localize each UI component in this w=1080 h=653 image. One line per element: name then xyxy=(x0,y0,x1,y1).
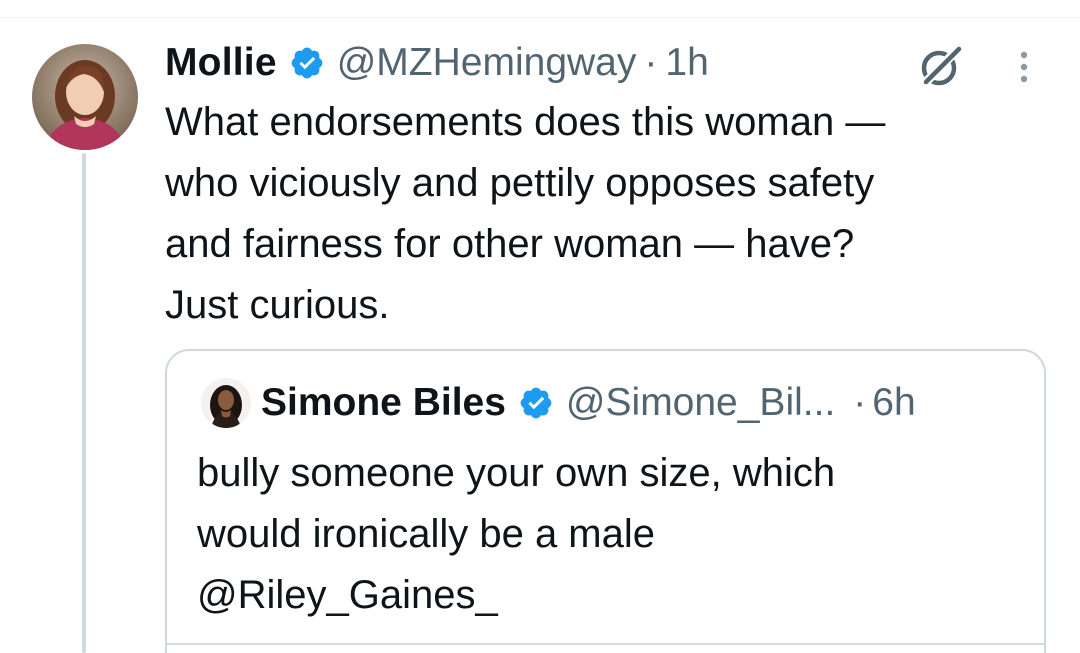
quote-text-line: @Riley_Gaines_ xyxy=(197,573,498,617)
quoted-tweet-card[interactable]: Simone Biles @Simone_Bil... · 6h bully s… xyxy=(165,349,1046,653)
quote-text: bully someone your own size, which would… xyxy=(197,443,1027,626)
tweet-text-line: What endorsements does this woman — xyxy=(165,100,886,144)
grok-icon[interactable] xyxy=(914,41,966,93)
top-divider xyxy=(0,17,1080,18)
quote-text-line: bully someone your own size, which xyxy=(197,451,836,495)
author-handle[interactable]: @MZHemingway xyxy=(337,41,637,85)
tweet-header: Mollie @MZHemingway · 1h xyxy=(165,36,709,90)
tweet-text-line: Just curious. xyxy=(165,283,390,327)
separator-dot: · xyxy=(644,41,658,84)
verified-badge-icon xyxy=(289,45,325,81)
quote-author-avatar[interactable] xyxy=(201,378,251,428)
tweet-timestamp[interactable]: 1h xyxy=(665,41,708,85)
tweet-text-line: who viciously and pettily opposes safety xyxy=(165,161,875,205)
verified-badge-icon xyxy=(518,385,554,421)
more-options-icon[interactable] xyxy=(1012,47,1036,87)
thread-connector-line xyxy=(82,153,86,653)
quote-header: Simone Biles @Simone_Bil... · 6h xyxy=(261,377,916,429)
quote-media-divider xyxy=(167,643,1044,645)
quote-text-line: would ironically be a male xyxy=(197,512,656,556)
author-name[interactable]: Mollie xyxy=(165,41,277,85)
tweet-text: What endorsements does this woman — who … xyxy=(165,92,1065,336)
tweet-text-line: and fairness for other woman — have? xyxy=(165,222,855,266)
quote-timestamp[interactable]: 6h xyxy=(872,381,915,425)
author-avatar[interactable] xyxy=(32,44,138,150)
separator-dot: · xyxy=(853,381,867,424)
quote-author-handle[interactable]: @Simone_Bil... xyxy=(566,381,835,425)
quote-author-name[interactable]: Simone Biles xyxy=(261,381,506,425)
